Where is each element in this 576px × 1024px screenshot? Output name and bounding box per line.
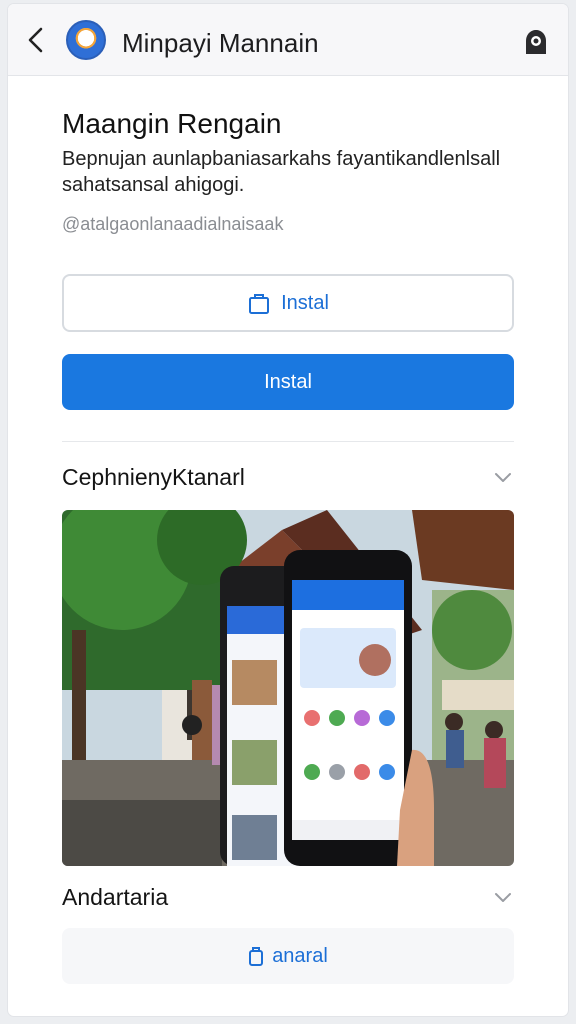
secondary-action-button[interactable]: anaral <box>62 928 514 984</box>
bag-icon <box>249 294 270 314</box>
account-icon <box>526 30 546 54</box>
account-button[interactable] <box>522 28 550 56</box>
app-frame: Minpayi Mannain Maangin Rengain Bepnujan… <box>8 4 568 1016</box>
secondary-action-label: anaral <box>272 944 328 967</box>
app-bar: Minpayi Mannain <box>8 4 568 76</box>
install-button-label: Instal <box>264 370 312 393</box>
section-label: Andartaria <box>62 884 169 910</box>
chevron-down-icon <box>495 893 511 902</box>
back-button[interactable] <box>22 24 50 56</box>
app-preview-photo <box>62 510 514 866</box>
chevron-down-icon <box>495 473 511 482</box>
section-header-more[interactable]: Andartaria <box>62 882 514 914</box>
divider <box>62 441 514 442</box>
page-title: Maangin Rengain <box>62 108 282 139</box>
section-header-details[interactable]: CephnienyKtanarl <box>62 462 514 494</box>
section-label: CephnienyKtanarl <box>62 464 245 490</box>
install-outline-button[interactable]: Instal <box>62 274 514 332</box>
app-title: Minpayi Mannain <box>122 28 319 58</box>
bag-icon <box>249 947 264 966</box>
chevron-left-icon <box>28 27 43 53</box>
install-button[interactable]: Instal <box>62 354 514 410</box>
app-logo <box>66 20 106 60</box>
install-outline-label: Instal <box>281 291 329 314</box>
app-description: Bepnujan aunlapbaniasarkahs fayantikandl… <box>62 148 501 196</box>
developer-handle: @atalgaonlanaadialnaisaak <box>62 214 284 234</box>
